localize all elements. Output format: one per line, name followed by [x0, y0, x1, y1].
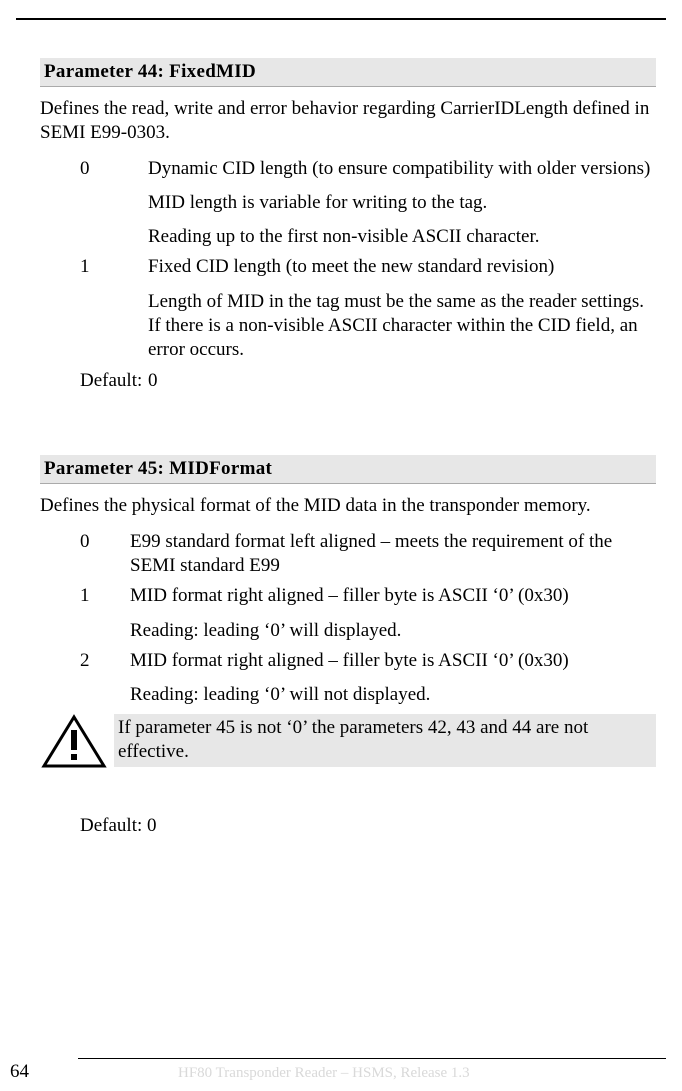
param45-row-2: 2 MID format right aligned – filler byte… [40, 649, 656, 708]
default-val: 0 [148, 369, 656, 393]
param45-header: Parameter 45: MIDFormat [40, 455, 656, 484]
param44-row-0: 0 Dynamic CID length (to ensure compatib… [40, 157, 656, 250]
warning-text: If parameter 45 is not ‘0’ the parameter… [114, 714, 656, 768]
warning-row: If parameter 45 is not ‘0’ the parameter… [40, 714, 656, 775]
param45-default-line: Default: 0 [40, 815, 656, 837]
text-line: MID length is variable for writing to th… [148, 191, 656, 215]
value-desc: MID format right aligned – filler byte i… [130, 649, 656, 708]
page-number: 64 [0, 1061, 78, 1083]
text-line: MID format right aligned – filler byte i… [130, 584, 656, 608]
section-gap [40, 399, 656, 455]
param45-values: 0 E99 standard format left aligned – mee… [40, 530, 656, 708]
param44-row-default: Default: 0 [40, 369, 656, 393]
param45-row-0: 0 E99 standard format left aligned – mee… [40, 530, 656, 579]
param45-row-1: 1 MID format right aligned – filler byte… [40, 584, 656, 643]
value-key: 1 [40, 584, 130, 643]
value-desc: Fixed CID length (to meet the new standa… [148, 255, 656, 362]
value-desc: E99 standard format left aligned – meets… [130, 530, 656, 579]
text-line: Reading: leading ‘0’ will displayed. [130, 619, 656, 643]
text-line: Dynamic CID length (to ensure compatibil… [148, 157, 656, 181]
param44-row-1: 1 Fixed CID length (to meet the new stan… [40, 255, 656, 362]
content-area: Parameter 44: FixedMID Defines the read,… [16, 58, 666, 837]
document-page: Parameter 44: FixedMID Defines the read,… [0, 0, 682, 1091]
param44-header: Parameter 44: FixedMID [40, 58, 656, 87]
footer-rule [78, 1058, 666, 1059]
value-key: 2 [40, 649, 130, 708]
text-line: MID format right aligned – filler byte i… [130, 649, 656, 673]
footer-row: 64 HF80 Transponder Reader – HSMS, Relea… [0, 1061, 682, 1083]
value-key: 0 [40, 530, 130, 579]
text-line: Fixed CID length (to meet the new standa… [148, 255, 656, 279]
top-rule [16, 18, 666, 20]
param44-intro: Defines the read, write and error behavi… [40, 97, 656, 145]
text-line: Reading up to the first non-visible ASCI… [148, 225, 656, 249]
value-desc: Dynamic CID length (to ensure compatibil… [148, 157, 656, 250]
default-key: Default: [40, 369, 148, 393]
value-desc: MID format right aligned – filler byte i… [130, 584, 656, 643]
value-key: 0 [40, 157, 148, 250]
text-line: Length of MID in the tag must be the sam… [148, 290, 656, 363]
warning-icon [40, 714, 114, 775]
param45-intro: Defines the physical format of the MID d… [40, 494, 656, 518]
page-footer: 64 HF80 Transponder Reader – HSMS, Relea… [0, 1058, 682, 1083]
value-key: 1 [40, 255, 148, 362]
text-line: E99 standard format left aligned – meets… [130, 530, 656, 579]
param44-values: 0 Dynamic CID length (to ensure compatib… [40, 157, 656, 394]
footer-text: HF80 Transponder Reader – HSMS, Release … [78, 1065, 682, 1082]
text-line: Reading: leading ‘0’ will not displayed. [130, 683, 656, 707]
